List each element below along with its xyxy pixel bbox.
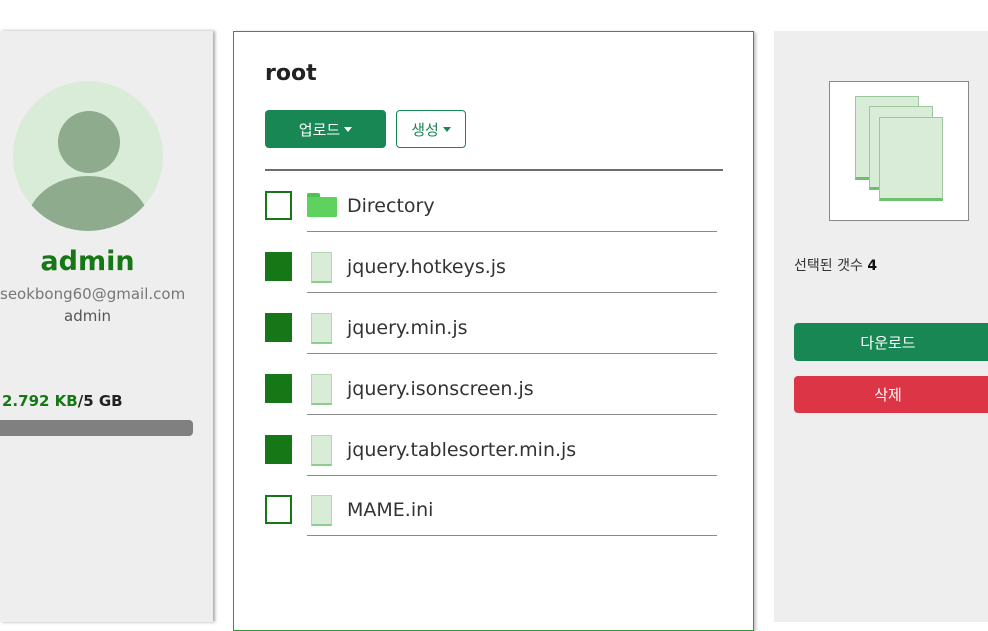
- upload-button[interactable]: 업로드: [265, 110, 386, 148]
- file-name[interactable]: jquery.tablesorter.min.js: [347, 439, 576, 461]
- selection-panel: 선택된 갯수 4 다운로드 삭제: [774, 31, 988, 622]
- delete-button[interactable]: 삭제: [794, 376, 988, 413]
- checkbox[interactable]: [265, 313, 292, 342]
- folder-title: root: [265, 61, 317, 86]
- row-divider: [307, 414, 717, 415]
- storage-bar: [0, 420, 193, 436]
- checkbox[interactable]: [265, 495, 292, 524]
- file-name[interactable]: jquery.hotkeys.js: [347, 256, 506, 278]
- selected-count-label: 선택된 갯수: [794, 258, 863, 274]
- list-item-file[interactable]: jquery.tablesorter.min.js: [265, 435, 717, 496]
- file-browser: root 업로드 생성 Directory jquery.hotkeys.js …: [233, 31, 754, 631]
- checkbox[interactable]: [265, 374, 292, 403]
- file-name[interactable]: jquery.min.js: [347, 317, 468, 339]
- username: admin: [40, 246, 135, 277]
- list-item-file[interactable]: MAME.ini: [265, 495, 717, 556]
- folder-icon: [307, 193, 337, 217]
- row-divider: [307, 475, 717, 476]
- file-name[interactable]: MAME.ini: [347, 499, 433, 521]
- file-icon: [311, 313, 332, 344]
- create-button-label: 생성: [411, 120, 439, 139]
- file-icon: [311, 252, 332, 283]
- avatar-head: [58, 111, 120, 173]
- user-email: seokbong60@gmail.com: [0, 285, 186, 303]
- row-divider: [307, 231, 717, 232]
- list-divider: [265, 169, 723, 171]
- upload-button-label: 업로드: [298, 120, 341, 139]
- user-sidebar: admin seokbong60@gmail.com admin 2.792 K…: [0, 31, 213, 622]
- storage-used: 2.792 KB: [2, 392, 78, 410]
- list-item-file[interactable]: jquery.isonscreen.js: [265, 374, 717, 435]
- caret-down-icon: [344, 126, 353, 132]
- avatar: [13, 81, 163, 231]
- list-item-file[interactable]: jquery.min.js: [265, 313, 717, 374]
- storage-usage: 2.792 KB/5 GB: [2, 392, 123, 410]
- file-icon: [311, 435, 332, 466]
- storage-total: /5 GB: [77, 392, 123, 410]
- selected-count: 선택된 갯수 4: [794, 255, 877, 275]
- download-button[interactable]: 다운로드: [794, 323, 988, 361]
- list-item-file[interactable]: jquery.hotkeys.js: [265, 252, 717, 313]
- checkbox[interactable]: [265, 252, 292, 281]
- file-name[interactable]: jquery.isonscreen.js: [347, 378, 534, 400]
- row-divider: [307, 353, 717, 354]
- file-icon: [311, 374, 332, 405]
- avatar-body: [26, 176, 150, 231]
- list-item-directory[interactable]: Directory: [265, 191, 717, 252]
- create-button[interactable]: 생성: [396, 110, 466, 148]
- row-divider: [307, 292, 717, 293]
- caret-down-icon: [442, 126, 451, 132]
- multi-file-icon: [879, 117, 943, 201]
- selection-preview: [829, 81, 969, 221]
- file-name[interactable]: Directory: [347, 195, 435, 217]
- file-icon: [311, 495, 332, 526]
- checkbox[interactable]: [265, 435, 292, 464]
- user-role: admin: [64, 307, 111, 325]
- selected-count-value: 4: [867, 258, 878, 274]
- row-divider: [307, 535, 717, 536]
- checkbox[interactable]: [265, 191, 292, 220]
